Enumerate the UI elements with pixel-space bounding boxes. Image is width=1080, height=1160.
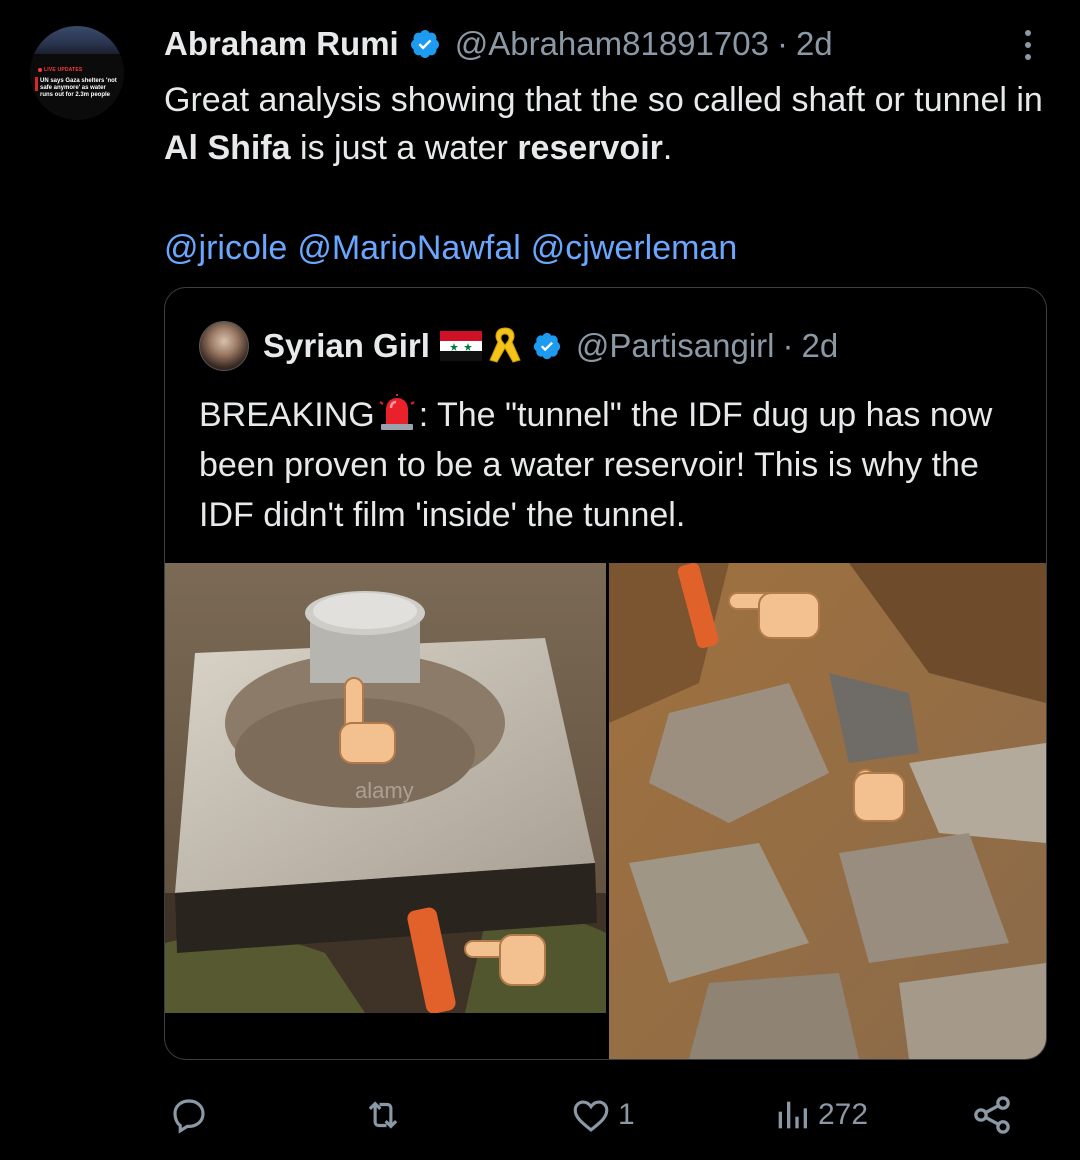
views-icon (778, 1101, 807, 1129)
author-name[interactable]: Abraham Rumi (164, 25, 399, 63)
quoted-image-1[interactable]: alamy (165, 563, 606, 1013)
tweet-text: Great analysis showing that the so calle… (164, 76, 1044, 172)
quoted-author-name[interactable]: Syrian Girl (263, 327, 430, 365)
avatar-live-label: LIVE UPDATES (38, 67, 82, 73)
mention-link[interactable]: @MarioNawfal (297, 229, 520, 267)
quoted-image-2[interactable] (609, 563, 1046, 1059)
avatar-red-bar (35, 77, 38, 91)
tweet-text-part: is just a water (290, 129, 518, 167)
repost-icon (368, 1101, 398, 1129)
tweet-mentions: @jricole @MarioNawfal @cjwerleman (164, 224, 747, 272)
avatar-photo-strip (30, 26, 124, 54)
quoted-author-handle[interactable]: @Partisangirl (576, 327, 775, 365)
quoted-timestamp[interactable]: 2d (801, 327, 838, 365)
svg-text:alamy: alamy (355, 778, 414, 803)
quoted-avatar[interactable] (199, 321, 249, 371)
quoted-media: alamy (165, 563, 1046, 1059)
avatar-image: LIVE UPDATES UN says Gaza shelters 'not … (30, 26, 124, 120)
views-count: 272 (818, 1098, 869, 1131)
author-avatar[interactable]: LIVE UPDATES UN says Gaza shelters 'not … (30, 26, 124, 120)
tweet-actions: 1 272 (0, 1088, 1080, 1144)
quoted-verified-badge-icon (533, 332, 561, 360)
tweet-text-part: Great analysis showing that the so calle… (164, 81, 1043, 119)
tweet-text-part: . (662, 129, 673, 167)
yellow-ribbon-icon (489, 327, 521, 363)
finger-emoji-right-2 (853, 768, 905, 823)
quoted-tweet[interactable]: Syrian Girl @Partisangirl · 2d BREAKING:… (164, 287, 1047, 1060)
tweet-header: Abraham Rumi @Abraham81891703 · 2d (164, 22, 833, 66)
verified-badge-icon (410, 30, 439, 58)
like-button[interactable]: 1 (570, 1092, 635, 1138)
quoted-text-lead: BREAKING (199, 396, 375, 434)
header-separator: · (776, 25, 788, 62)
more-options-icon[interactable] (1024, 30, 1032, 66)
mention-link[interactable]: @cjwerleman (531, 229, 737, 267)
tweet-bold-place: Al Shifa (164, 129, 291, 167)
share-button[interactable] (970, 1092, 1020, 1138)
quoted-separator: · (782, 327, 794, 364)
syria-flag-icon (439, 331, 482, 361)
tweet-timestamp[interactable]: 2d (796, 25, 833, 63)
quoted-header: Syrian Girl @Partisangirl · 2d (199, 320, 838, 372)
mention-link[interactable]: @jricole (164, 229, 287, 267)
police-light-icon (379, 394, 415, 430)
avatar-headline: UN says Gaza shelters 'not safe anymore'… (40, 78, 117, 98)
reply-button[interactable] (168, 1092, 216, 1138)
share-icon (974, 1096, 1010, 1134)
author-handle[interactable]: @Abraham81891703 (455, 25, 769, 63)
heart-icon (573, 1100, 609, 1132)
repost-button[interactable] (360, 1092, 412, 1138)
like-count: 1 (618, 1098, 635, 1131)
reply-icon (173, 1099, 205, 1134)
quoted-text: BREAKING: The "tunnel" the IDF dug up ha… (199, 390, 1019, 540)
tweet-bold-word: reservoir (517, 129, 663, 167)
views-button[interactable]: 272 (772, 1092, 868, 1138)
